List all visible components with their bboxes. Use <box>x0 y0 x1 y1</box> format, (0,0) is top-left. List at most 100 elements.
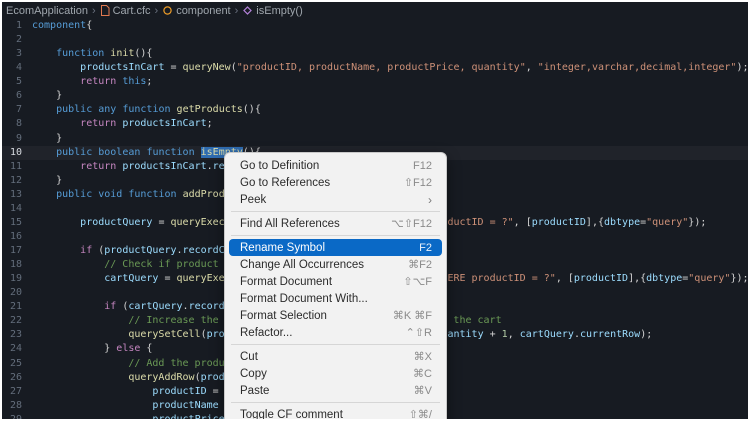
code-line-text: } <box>32 89 748 103</box>
code-line[interactable]: 3 function init(){ <box>2 47 748 61</box>
menu-item-label: Go to Definition <box>240 160 401 172</box>
breadcrumb-label: EcomApplication <box>6 5 88 17</box>
line-number: 22 <box>2 314 32 328</box>
code-line-text: return productsInCart; <box>32 117 748 131</box>
symbol-class-icon <box>162 5 173 16</box>
code-line-text: public any function getProducts(){ <box>32 103 748 117</box>
line-number: 1 <box>2 19 32 33</box>
menu-item-change-all-occurrences[interactable]: Change All Occurrences ⌘F2 <box>229 256 442 273</box>
menu-item-toggle-cf-comment[interactable]: Toggle CF comment ⇧⌘/ <box>229 406 442 419</box>
menu-separator <box>231 235 440 236</box>
menu-item-shortcut: ⌥⇧F12 <box>391 217 432 230</box>
menu-item-label: Format Document With... <box>240 293 432 305</box>
menu-separator <box>231 402 440 403</box>
code-line-text: function init(){ <box>32 47 748 61</box>
menu-item-shortcut: ⌃⇧R <box>406 326 432 339</box>
code-line-text: } <box>32 132 748 146</box>
menu-item-shortcut: F2 <box>419 242 432 254</box>
menu-item-shortcut: ⌘K ⌘F <box>393 309 432 322</box>
breadcrumb-label: component <box>176 5 230 17</box>
line-number: 21 <box>2 300 32 314</box>
menu-item-label: Paste <box>240 385 402 397</box>
menu-item-shortcut: ⌘F2 <box>408 258 432 271</box>
breadcrumb-item-file[interactable]: Cart.cfc <box>100 5 151 17</box>
menu-separator <box>231 211 440 212</box>
line-number: 4 <box>2 61 32 75</box>
menu-item-rename-symbol[interactable]: Rename Symbol F2 <box>229 239 442 256</box>
menu-item-shortcut: F12 <box>413 160 432 172</box>
menu-item-label: Format Selection <box>240 310 381 322</box>
code-editor: EcomApplication › Cart.cfc › component ›… <box>2 2 748 419</box>
menu-item-label: Go to References <box>240 177 392 189</box>
line-number: 2 <box>2 33 32 47</box>
menu-item-format-selection[interactable]: Format Selection ⌘K ⌘F <box>229 307 442 324</box>
line-number: 26 <box>2 371 32 385</box>
code-line[interactable]: 8 return productsInCart; <box>2 117 748 131</box>
menu-item-shortcut: ⌘C <box>413 367 432 380</box>
menu-item-shortcut: ⇧⌘/ <box>409 408 432 419</box>
code-line-text <box>32 33 748 47</box>
menu-item-label: Find All References <box>240 218 379 230</box>
line-number: 6 <box>2 89 32 103</box>
line-number: 20 <box>2 286 32 300</box>
menu-item-format-document-with[interactable]: Format Document With... <box>229 290 442 307</box>
breadcrumb-label: Cart.cfc <box>113 5 151 17</box>
breadcrumb-item-component[interactable]: component <box>162 5 230 17</box>
line-number: 13 <box>2 188 32 202</box>
menu-item-copy[interactable]: Copy ⌘C <box>229 365 442 382</box>
menu-item-label: Copy <box>240 368 401 380</box>
menu-item-shortcut: ⌘V <box>414 384 432 397</box>
line-number: 7 <box>2 103 32 117</box>
code-line[interactable]: 7 public any function getProducts(){ <box>2 103 748 117</box>
line-number: 14 <box>2 202 32 216</box>
code-line-text: return this; <box>32 75 748 89</box>
breadcrumb-separator-icon: › <box>235 5 239 17</box>
code-line[interactable]: 9 } <box>2 132 748 146</box>
line-number: 24 <box>2 342 32 356</box>
breadcrumb-separator-icon: › <box>155 5 159 17</box>
menu-item-label: Rename Symbol <box>240 242 407 254</box>
menu-item-cut[interactable]: Cut ⌘X <box>229 348 442 365</box>
menu-item-go-to-references[interactable]: Go to References ⇧F12 <box>229 174 442 191</box>
symbol-method-icon <box>242 5 253 16</box>
menu-item-paste[interactable]: Paste ⌘V <box>229 382 442 399</box>
cfml-file-icon <box>100 5 110 16</box>
line-number: 29 <box>2 413 32 419</box>
line-number: 23 <box>2 328 32 342</box>
menu-item-shortcut: ⇧⌥F <box>403 275 432 288</box>
line-number: 19 <box>2 272 32 286</box>
breadcrumb-label: isEmpty() <box>256 5 302 17</box>
menu-item-shortcut: ⌘X <box>414 350 432 363</box>
menu-item-format-document[interactable]: Format Document ⇧⌥F <box>229 273 442 290</box>
breadcrumb-item-project[interactable]: EcomApplication <box>6 5 88 17</box>
menu-separator <box>231 344 440 345</box>
context-menu: Go to Definition F12 Go to References ⇧F12 P… <box>224 152 447 419</box>
menu-item-label: Format Document <box>240 276 391 288</box>
menu-item-go-to-definition[interactable]: Go to Definition F12 <box>229 157 442 174</box>
menu-item-find-all-references[interactable]: Find All References ⌥⇧F12 <box>229 215 442 232</box>
line-number: 9 <box>2 132 32 146</box>
breadcrumb-separator-icon: › <box>92 5 96 17</box>
menu-item-label: Cut <box>240 351 402 363</box>
menu-item-shortcut: ⇧F12 <box>404 176 432 189</box>
code-line-text: productsInCart = queryNew("productID, pr… <box>32 61 748 75</box>
line-number: 25 <box>2 357 32 371</box>
code-line[interactable]: 1component{ <box>2 19 748 33</box>
code-line[interactable]: 4 productsInCart = queryNew("productID, … <box>2 61 748 75</box>
code-line[interactable]: 6 } <box>2 89 748 103</box>
menu-item-label: Refactor... <box>240 327 394 339</box>
menu-item-peek[interactable]: Peek› <box>229 191 442 208</box>
line-number: 18 <box>2 258 32 272</box>
line-number: 3 <box>2 47 32 61</box>
line-number: 8 <box>2 117 32 131</box>
line-number: 16 <box>2 230 32 244</box>
code-line[interactable]: 2 <box>2 33 748 47</box>
menu-item-refactor[interactable]: Refactor... ⌃⇧R <box>229 324 442 341</box>
breadcrumb-item-symbol[interactable]: isEmpty() <box>242 5 302 17</box>
menu-item-label: Toggle CF comment <box>240 409 397 420</box>
line-number: 12 <box>2 174 32 188</box>
code-line-text: component{ <box>32 19 748 33</box>
submenu-chevron-icon: › <box>428 193 432 207</box>
menu-item-label: Change All Occurrences <box>240 259 396 271</box>
code-line[interactable]: 5 return this; <box>2 75 748 89</box>
